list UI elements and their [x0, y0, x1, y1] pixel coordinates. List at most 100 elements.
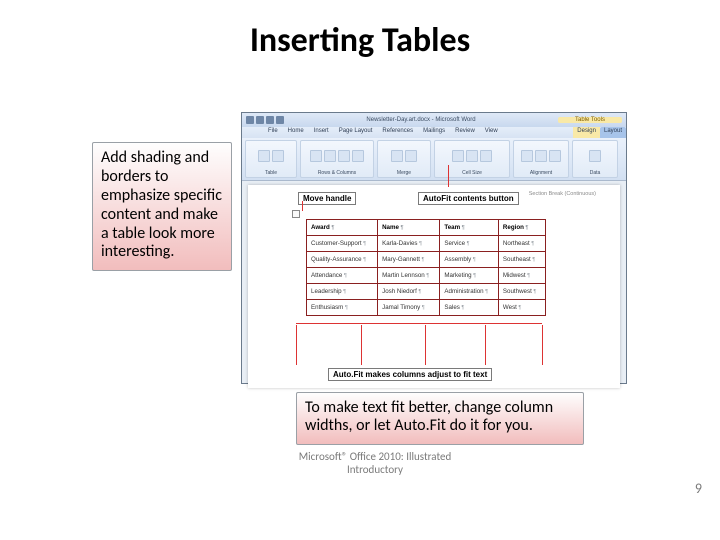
col-header: Region [498, 220, 545, 236]
measure-line [485, 325, 486, 365]
data-table: Award Name Team Region Customer-Support … [306, 219, 546, 316]
cell: Mary-Gannett [378, 252, 440, 268]
table-row: Customer-Support Karla-Davies Service No… [307, 236, 546, 252]
cell: Southeast [498, 252, 545, 268]
table-tools-contextual: Table Tools [558, 117, 622, 123]
gridlines-icon[interactable] [272, 150, 284, 162]
delete-icon[interactable] [310, 150, 322, 162]
cell: Enthusiasm [307, 300, 378, 316]
tab-page-layout[interactable]: Page Layout [335, 127, 377, 138]
cell: Marketing [440, 268, 499, 284]
table-header-row: Award Name Team Region [307, 220, 546, 236]
label-autofit-caption-text: Auto.Fit makes columns adjust to fit tex… [328, 368, 492, 381]
redo-icon [276, 116, 284, 124]
slide-footer: Microsoft® Office 2010: Illustrated Intr… [275, 450, 475, 476]
cell: Sales [440, 300, 499, 316]
ribbon-group-merge: Merge [377, 140, 431, 178]
cell: Customer-Support [307, 236, 378, 252]
height-icon[interactable] [466, 150, 478, 162]
ribbon-group-alignment: Alignment [513, 140, 569, 178]
cell: Leadership [307, 284, 378, 300]
cell: Administration [440, 284, 499, 300]
save-icon [256, 116, 264, 124]
arrow-line [448, 165, 449, 187]
label-autofit-caption: Auto.Fit makes columns adjust to fit tex… [328, 364, 492, 382]
sort-icon[interactable] [589, 150, 601, 162]
ribbon-group-label: Table [265, 170, 277, 176]
tab-insert[interactable]: Insert [310, 127, 333, 138]
measure-line [542, 325, 543, 365]
insert-left-icon[interactable] [352, 150, 364, 162]
section-break-marker: Section Break (Continuous) [529, 191, 596, 197]
label-move-handle: Move handle [298, 188, 356, 206]
word-screenshot: Newsletter-Day.art.docx - Microsoft Word… [241, 112, 627, 384]
tab-home[interactable]: Home [284, 127, 308, 138]
word-window-title: Newsletter-Day.art.docx - Microsoft Word [287, 117, 555, 123]
tab-layout[interactable]: Layout [600, 127, 626, 138]
cell: Martin Lennson [378, 268, 440, 284]
quick-access-toolbar [246, 116, 284, 124]
ribbon-group-label: Cell Size [462, 170, 482, 176]
ribbon-group-table: Table [245, 140, 297, 178]
cell: Jamal Timony [378, 300, 440, 316]
autofit-icon[interactable] [452, 150, 464, 162]
tab-file[interactable]: File [264, 127, 282, 138]
split-cells-icon[interactable] [405, 150, 417, 162]
ribbon: Table Rows & Columns Merge Cell Size Ali… [242, 138, 626, 181]
word-titlebar: Newsletter-Day.art.docx - Microsoft Word… [242, 113, 626, 127]
word-document-area: Section Break (Continuous) Move handle A… [248, 185, 620, 388]
arrow-line [302, 201, 303, 211]
move-handle-icon[interactable] [292, 210, 300, 218]
label-move-handle-text: Move handle [298, 192, 356, 205]
table-row: Leadership Josh Niedorf Administration S… [307, 284, 546, 300]
callout-autofit: To make text fit better, change column w… [296, 392, 584, 445]
cell: Assembly [440, 252, 499, 268]
ribbon-group-label: Alignment [530, 170, 552, 176]
width-icon[interactable] [480, 150, 492, 162]
tab-mailings[interactable]: Mailings [419, 127, 449, 138]
align-br-icon[interactable] [549, 150, 561, 162]
select-icon[interactable] [258, 150, 270, 162]
ribbon-group-label: Rows & Columns [318, 170, 356, 176]
page-title: Inserting Tables [0, 20, 720, 61]
cell: Quality-Assurance [307, 252, 378, 268]
slide: Inserting Tables Add shading and borders… [0, 0, 720, 540]
ribbon-group-data: Data [572, 140, 618, 178]
cell: Southwest [498, 284, 545, 300]
cell: West [498, 300, 545, 316]
tab-view[interactable]: View [481, 127, 502, 138]
cell: Service [440, 236, 499, 252]
page-number: 9 [695, 480, 702, 497]
align-cc-icon[interactable] [535, 150, 547, 162]
measure-line [296, 325, 297, 365]
col-header: Team [440, 220, 499, 236]
align-tl-icon[interactable] [521, 150, 533, 162]
cell: Josh Niedorf [378, 284, 440, 300]
ribbon-tabs: File Home Insert Page Layout References … [242, 127, 626, 138]
tab-review[interactable]: Review [451, 127, 479, 138]
merge-cells-icon[interactable] [391, 150, 403, 162]
cell: Attendance [307, 268, 378, 284]
ribbon-group-rows-columns: Rows & Columns [300, 140, 374, 178]
label-autofit-button: AutoFit contents button [418, 188, 519, 206]
callout-shading-borders: Add shading and borders to emphasize spe… [92, 142, 232, 271]
ribbon-group-cell-size: Cell Size [434, 140, 510, 178]
insert-above-icon[interactable] [324, 150, 336, 162]
table-row: Attendance Martin Lennson Marketing Midw… [307, 268, 546, 284]
col-header: Name [378, 220, 440, 236]
measure-line [361, 325, 362, 365]
measure-line [296, 323, 542, 324]
tab-design[interactable]: Design [573, 127, 600, 138]
ribbon-group-label: Data [590, 170, 601, 176]
table-row: Enthusiasm Jamal Timony Sales West [307, 300, 546, 316]
cell: Midwest [498, 268, 545, 284]
undo-icon [266, 116, 274, 124]
cell: Northeast [498, 236, 545, 252]
label-autofit-button-text: AutoFit contents button [418, 192, 519, 205]
ribbon-group-label: Merge [397, 170, 411, 176]
office-button-icon [246, 116, 254, 124]
table-row: Quality-Assurance Mary-Gannett Assembly … [307, 252, 546, 268]
tab-references[interactable]: References [378, 127, 417, 138]
insert-below-icon[interactable] [338, 150, 350, 162]
col-header: Award [307, 220, 378, 236]
